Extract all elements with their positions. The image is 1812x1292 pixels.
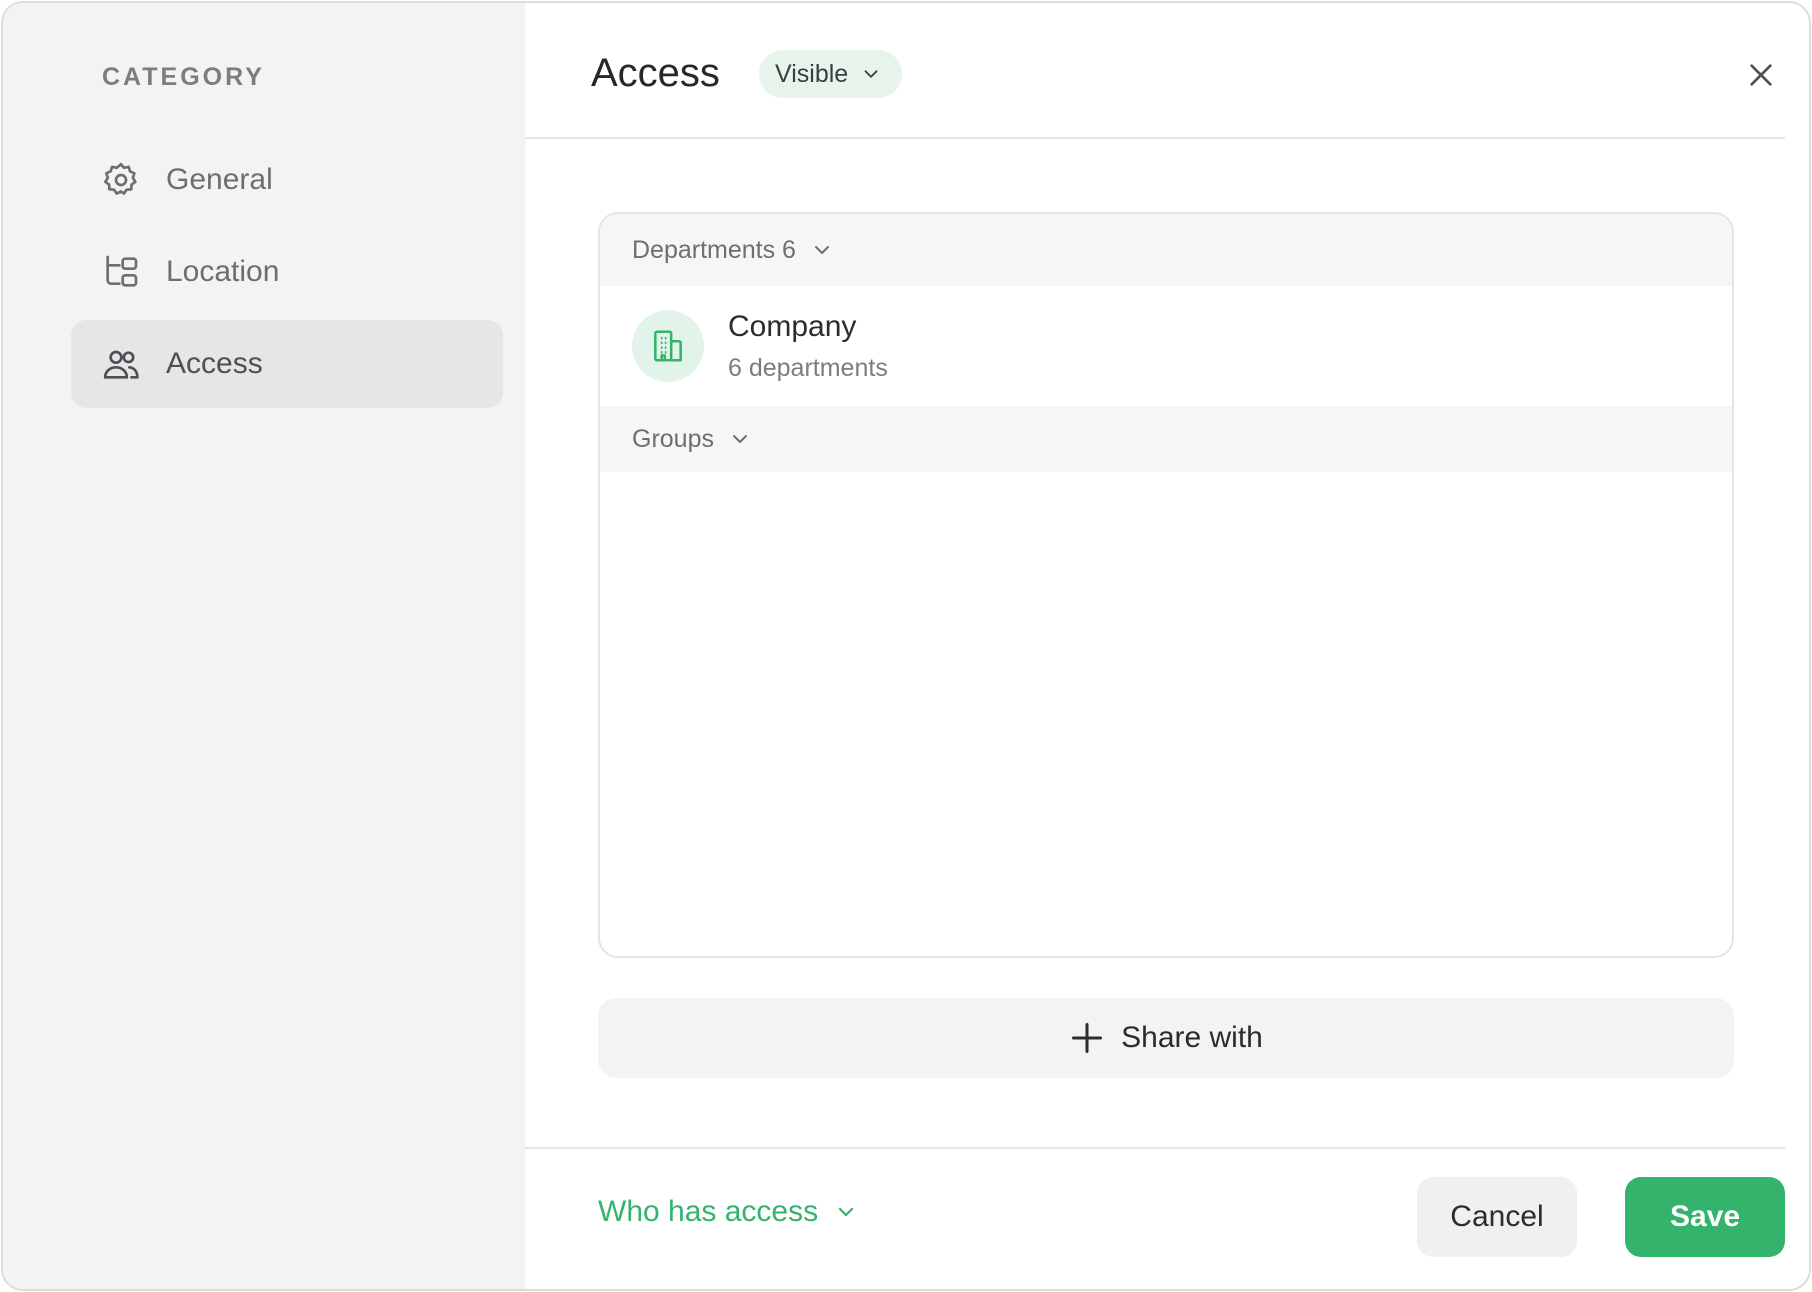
share-with-label: Share with [1121, 1021, 1263, 1054]
page-title: Access [591, 51, 720, 95]
departments-section-toggle[interactable]: Departments 6 [600, 214, 1732, 286]
departments-header-label: Departments 6 [632, 235, 796, 264]
sidebar-item-access[interactable]: Access [71, 320, 503, 408]
sidebar-item-label: Location [166, 255, 280, 288]
sidebar-item-location[interactable]: Location [71, 228, 503, 316]
dialog-footer: Who has access Cancel Save [525, 1147, 1785, 1289]
sidebar-item-label: Access [166, 347, 263, 380]
tree-structure-icon [101, 252, 141, 292]
groups-section-toggle[interactable]: Groups [600, 406, 1732, 472]
access-dialog: CATEGORY General Location Access Access … [1, 1, 1811, 1291]
sidebar-item-label: General [166, 163, 273, 196]
dialog-header: Access Visible [525, 3, 1785, 139]
sidebar-item-general[interactable]: General [71, 136, 503, 224]
access-list-panel: Departments 6 Company 6 departments Grou… [598, 212, 1734, 958]
main-content: Access Visible Departments 6 Company 6 d… [525, 3, 1809, 1289]
who-has-access-label: Who has access [598, 1195, 819, 1228]
share-with-button[interactable]: Share with [598, 998, 1734, 1078]
gear-icon [101, 160, 141, 200]
chevron-down-icon [732, 435, 747, 443]
plus-icon [1072, 1023, 1103, 1053]
department-subtitle: 6 departments [728, 353, 888, 382]
building-icon [632, 310, 704, 382]
sidebar-heading: CATEGORY [102, 63, 265, 91]
close-button[interactable] [1737, 51, 1785, 99]
who-has-access-link[interactable]: Who has access [598, 1195, 858, 1229]
save-button[interactable]: Save [1625, 1177, 1785, 1257]
list-item[interactable]: Company 6 departments [600, 286, 1732, 406]
groups-header-label: Groups [632, 424, 714, 453]
department-name: Company [728, 309, 857, 343]
chevron-down-icon [864, 70, 878, 78]
chevron-down-icon [838, 1207, 854, 1217]
chevron-down-icon [814, 246, 829, 254]
close-icon [1750, 64, 1772, 86]
visibility-label: Visible [775, 59, 849, 88]
category-sidebar: CATEGORY General Location Access [3, 3, 525, 1289]
visibility-dropdown[interactable]: Visible [759, 50, 903, 98]
users-icon [101, 344, 141, 384]
cancel-button[interactable]: Cancel [1417, 1177, 1577, 1257]
